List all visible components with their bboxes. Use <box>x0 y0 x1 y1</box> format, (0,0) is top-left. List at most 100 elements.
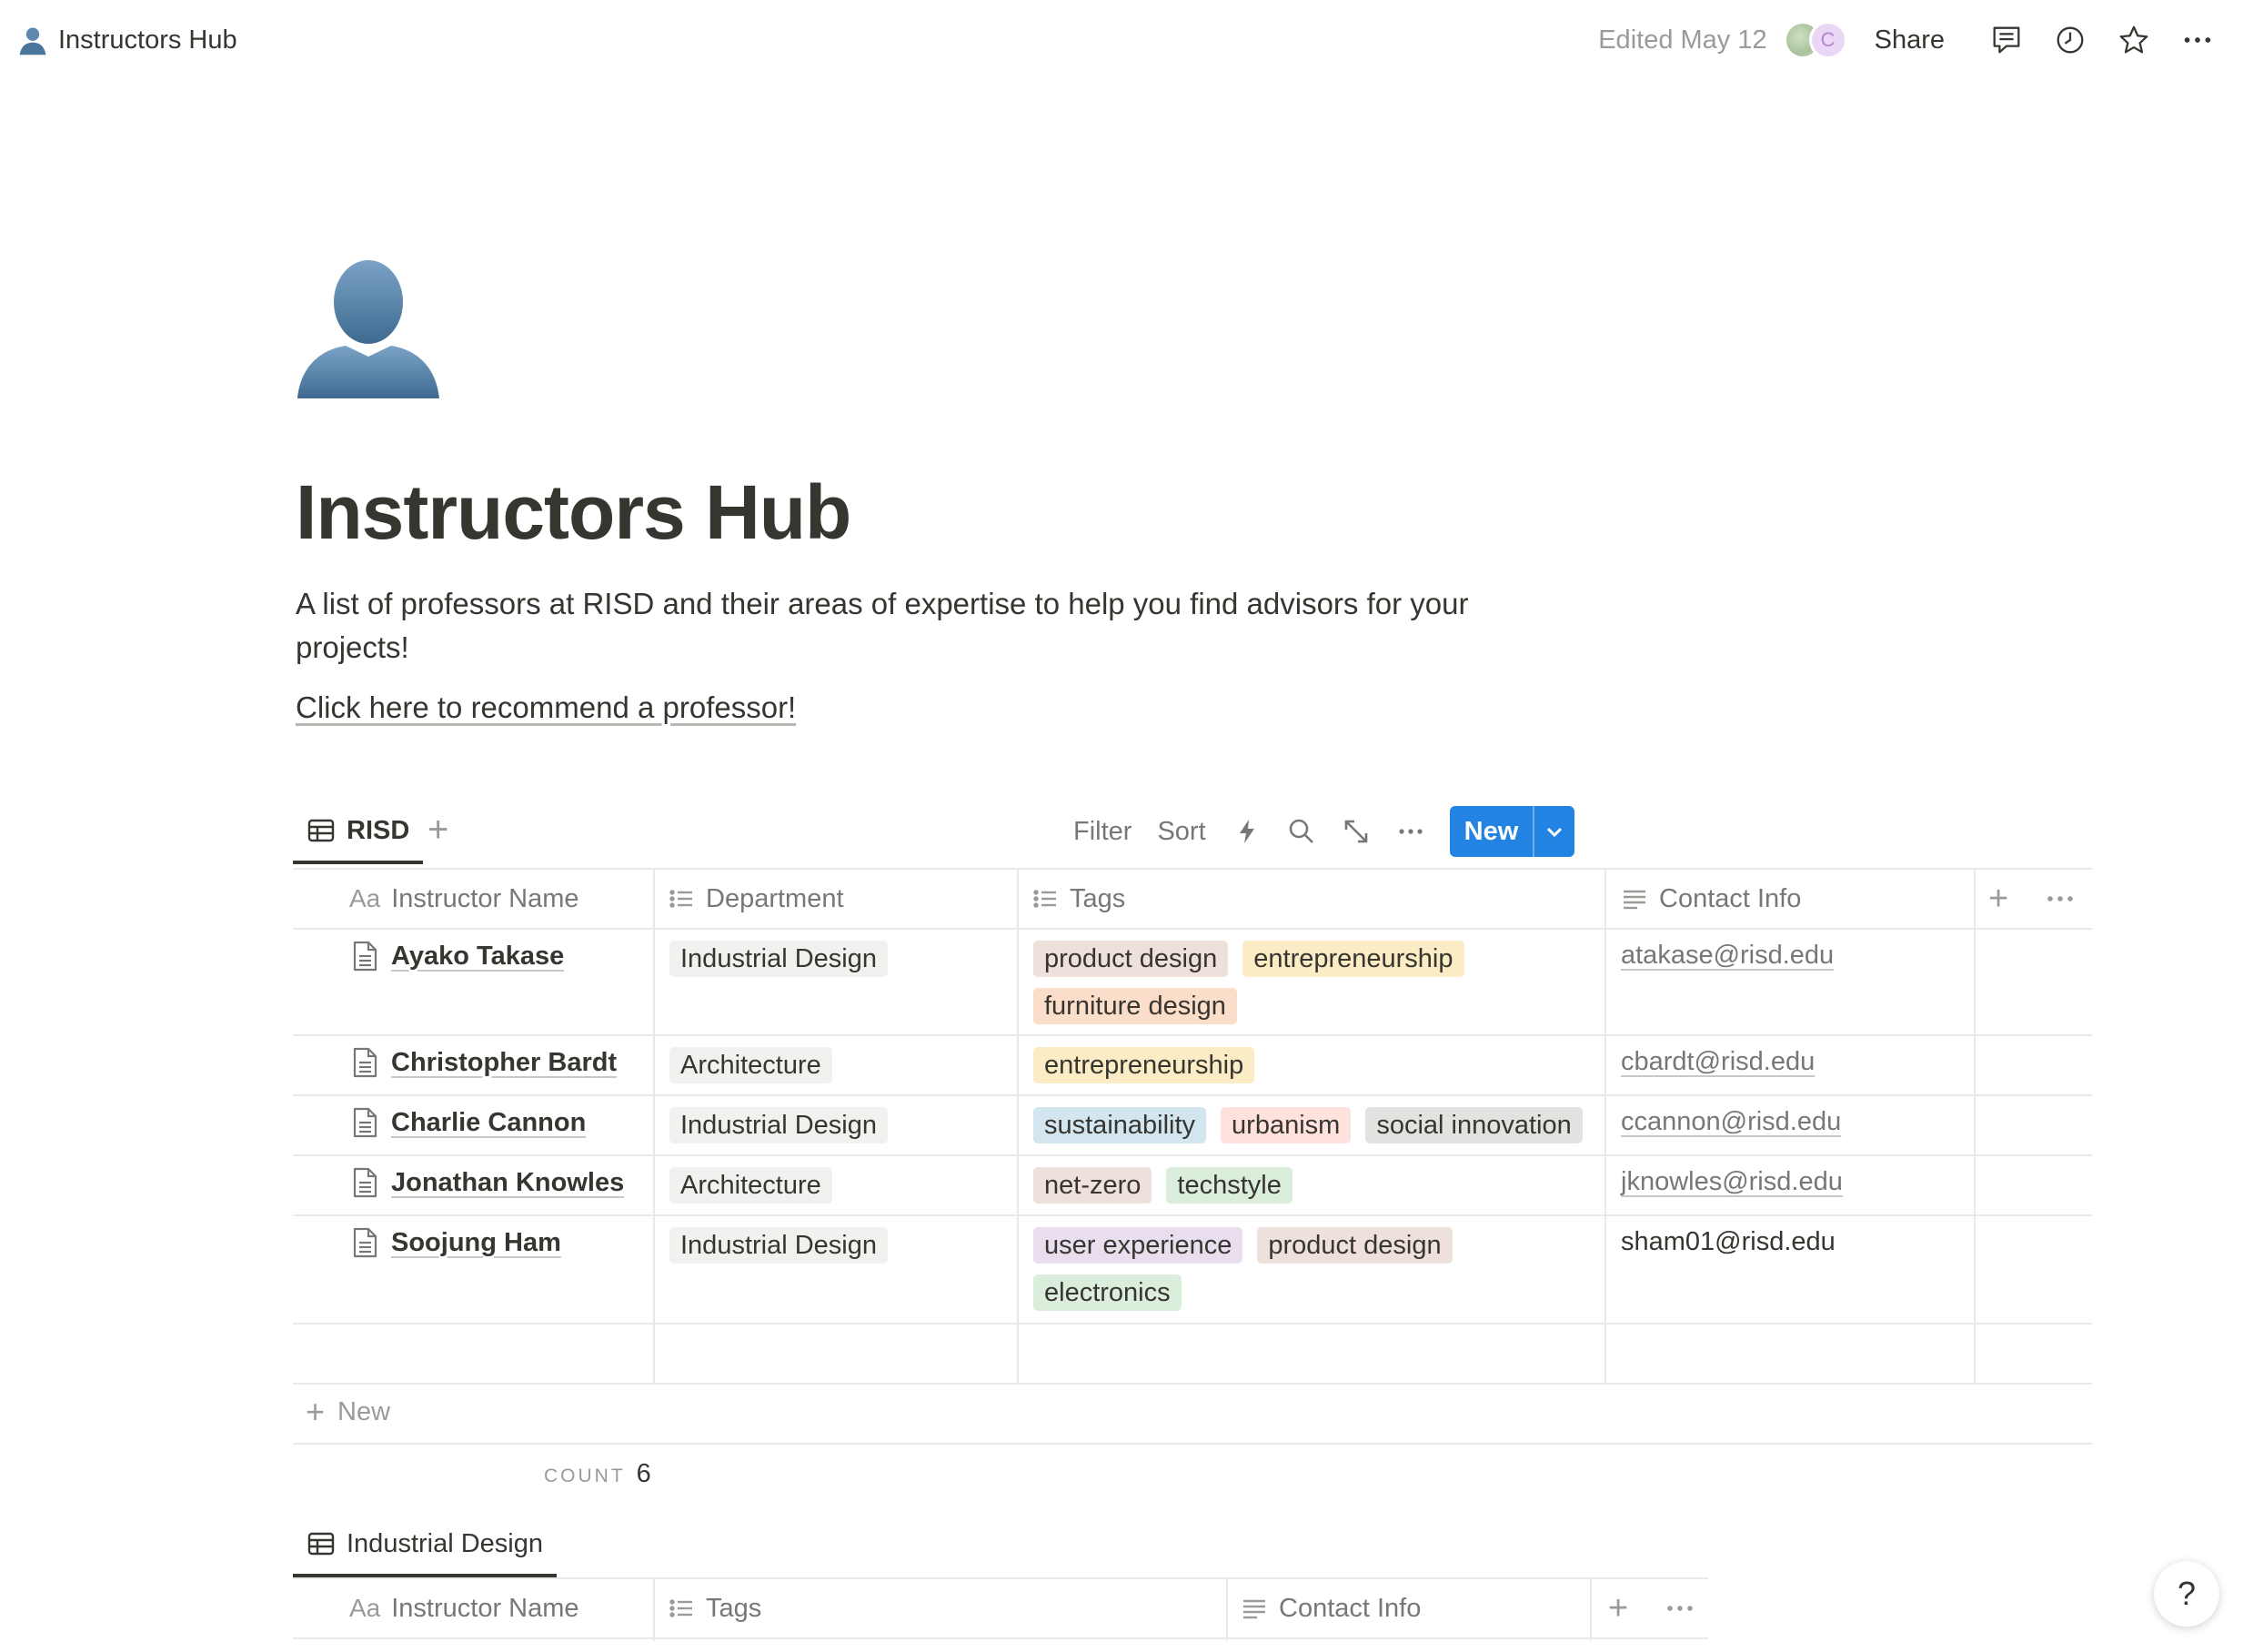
table-row[interactable]: Soojung Ham <box>351 1227 561 1258</box>
search-icon[interactable] <box>1286 816 1317 847</box>
expand-arrows-icon[interactable] <box>1341 816 1372 847</box>
divider <box>653 868 655 1383</box>
filter-button[interactable]: Filter <box>1073 817 1132 847</box>
multi-select-list-icon <box>669 1599 692 1617</box>
divider <box>1017 868 1019 1383</box>
contact-email[interactable]: ccannon@risd.edu <box>1621 1107 1841 1136</box>
chevron-down-icon[interactable] <box>1533 806 1574 857</box>
avatar[interactable]: C <box>1808 21 1847 59</box>
divider <box>1226 1577 1228 1641</box>
department-tag: Industrial Design <box>669 1107 888 1143</box>
more-options-icon[interactable] <box>2176 18 2219 62</box>
table-row[interactable]: Ayako Takase <box>351 941 564 972</box>
view-tab-industrial-design[interactable]: Industrial Design <box>293 1514 557 1577</box>
department-tag: Architecture <box>669 1167 832 1204</box>
tags-cell[interactable]: user experience product design electroni… <box>1033 1227 1579 1311</box>
department-cell[interactable]: Architecture <box>669 1167 832 1204</box>
more-options-icon[interactable] <box>2045 881 2076 922</box>
contact-cell[interactable]: ccannon@risd.edu <box>1621 1107 1841 1137</box>
contact-email[interactable]: jknowles@risd.edu <box>1621 1167 1843 1196</box>
divider <box>293 1383 2092 1385</box>
multi-select-list-icon <box>669 890 692 908</box>
person-silhouette-icon <box>297 260 439 398</box>
view-tab-risd[interactable]: RISD <box>293 801 424 864</box>
page-icon[interactable] <box>296 255 441 400</box>
text-lines-icon <box>1624 890 1645 910</box>
count-value: 6 <box>636 1459 651 1488</box>
instructor-name[interactable]: Jonathan Knowles <box>391 1168 624 1198</box>
history-clock-icon[interactable] <box>2048 18 2092 62</box>
breadcrumb-title: Instructors Hub <box>58 25 237 55</box>
table-icon <box>307 1532 335 1556</box>
add-row-button[interactable]: + New <box>306 1395 390 1428</box>
department-tag: Industrial Design <box>669 1227 888 1264</box>
column-header-label: Tags <box>706 1593 762 1623</box>
add-property-button[interactable]: + <box>1988 881 2008 917</box>
table-icon <box>307 819 335 842</box>
multi-select-list-icon <box>1033 890 1056 908</box>
column-header-label: Contact Info <box>1279 1593 1422 1623</box>
column-header-label: Instructor Name <box>391 883 579 913</box>
table-row[interactable]: Charlie Cannon <box>351 1107 586 1138</box>
divider <box>293 1214 2092 1216</box>
department-cell[interactable]: Industrial Design <box>669 1227 888 1264</box>
instructor-name[interactable]: Ayako Takase <box>391 942 564 972</box>
tags-cell[interactable]: entrepreneurship <box>1033 1047 1579 1083</box>
topbar-actions: Edited May 12 C Share <box>1598 18 2219 62</box>
department-tag: Architecture <box>669 1047 832 1083</box>
help-button[interactable]: ? <box>2154 1561 2219 1627</box>
new-record-button[interactable]: New <box>1449 806 1575 857</box>
instructor-name[interactable]: Soojung Ham <box>391 1228 561 1258</box>
column-header-instructor-name[interactable]: Aa Instructor Name <box>349 869 579 929</box>
table-row[interactable]: Christopher Bardt <box>351 1047 617 1078</box>
department-cell[interactable]: Architecture <box>669 1047 832 1083</box>
contact-cell[interactable]: cbardt@risd.edu <box>1621 1047 1815 1077</box>
tag: product design <box>1257 1227 1453 1264</box>
column-header-instructor-name[interactable]: Aa Instructor Name <box>349 1578 579 1638</box>
favorite-star-icon[interactable] <box>2112 18 2156 62</box>
department-cell[interactable]: Industrial Design <box>669 941 888 977</box>
contact-email[interactable]: sham01@risd.edu <box>1621 1227 1836 1256</box>
add-property-button[interactable]: + <box>1608 1590 1628 1627</box>
share-button[interactable]: Share <box>1875 25 1945 55</box>
table-row[interactable]: Jonathan Knowles <box>351 1167 624 1198</box>
divider <box>293 1094 2092 1096</box>
plus-icon: + <box>306 1393 326 1430</box>
tags-cell[interactable]: sustainability urbanism social innovatio… <box>1033 1107 1597 1143</box>
tag: urbanism <box>1221 1107 1352 1143</box>
new-button-label[interactable]: New <box>1450 806 1534 857</box>
text-lines-icon <box>1243 1599 1265 1619</box>
column-header-contact-info[interactable]: Contact Info <box>1241 1578 1421 1638</box>
add-row-label: New <box>337 1396 391 1426</box>
recommend-professor-link[interactable]: Click here to recommend a professor! <box>296 687 796 729</box>
instructor-name[interactable]: Charlie Cannon <box>391 1108 586 1138</box>
divider <box>293 1154 2092 1156</box>
tag: entrepreneurship <box>1242 941 1464 977</box>
contact-cell[interactable]: atakase@risd.edu <box>1621 941 1834 971</box>
contact-cell[interactable]: sham01@risd.edu <box>1621 1227 1836 1257</box>
contact-email[interactable]: cbardt@risd.edu <box>1621 1047 1815 1076</box>
divider <box>293 1034 2092 1036</box>
divider <box>1590 1577 1592 1641</box>
column-header-label: Contact Info <box>1659 883 1802 913</box>
column-header-contact-info[interactable]: Contact Info <box>1621 869 1801 929</box>
column-header-tags[interactable]: Tags <box>668 1578 761 1638</box>
tag: entrepreneurship <box>1033 1047 1255 1083</box>
contact-email[interactable]: atakase@risd.edu <box>1621 941 1834 970</box>
breadcrumb[interactable]: Instructors Hub <box>16 20 237 60</box>
automation-lightning-icon[interactable] <box>1232 816 1262 847</box>
count-footer[interactable]: COUNT 6 <box>544 1459 651 1489</box>
column-header-tags[interactable]: Tags <box>1031 869 1125 929</box>
department-cell[interactable]: Industrial Design <box>669 1107 888 1143</box>
sort-button[interactable]: Sort <box>1157 817 1205 847</box>
column-header-department[interactable]: Department <box>668 869 844 929</box>
tag: product design <box>1033 941 1229 977</box>
contact-cell[interactable]: jknowles@risd.edu <box>1621 1167 1843 1197</box>
tags-cell[interactable]: net-zero techstyle <box>1033 1167 1579 1204</box>
more-options-icon[interactable] <box>1665 1590 1695 1631</box>
instructor-name[interactable]: Christopher Bardt <box>391 1048 617 1078</box>
comments-icon[interactable] <box>1985 18 2028 62</box>
add-view-button[interactable]: + <box>427 810 448 851</box>
more-options-icon[interactable] <box>1395 816 1426 847</box>
tags-cell[interactable]: product design entrepreneurship furnitur… <box>1033 941 1579 1024</box>
